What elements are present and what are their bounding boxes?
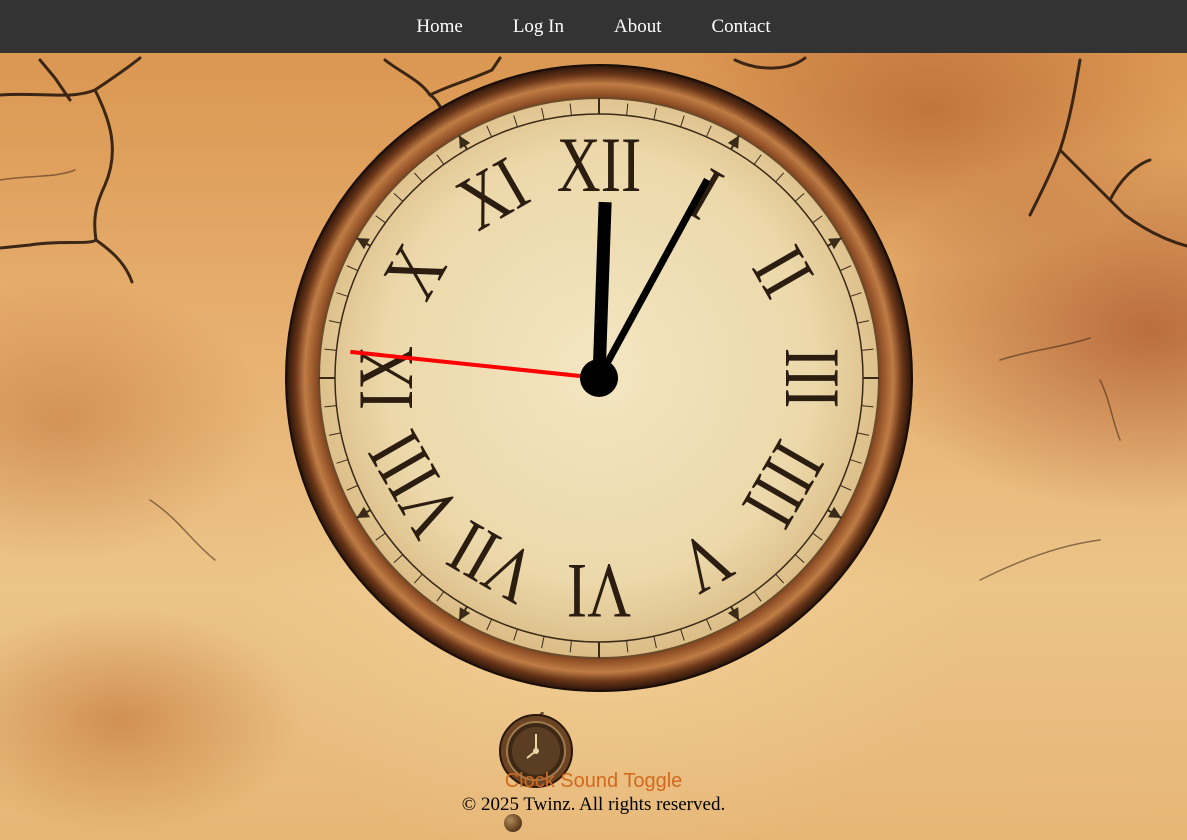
clock-sound-toggle-button[interactable]: Clock Sound Toggle <box>505 768 683 794</box>
top-navbar: Home Log In About Contact <box>0 0 1187 53</box>
copyright-text: © 2025 Twinz. All rights reserved. <box>461 794 726 815</box>
analog-clock: XII IIIIIIIIIIVVIVIIVIIIIXXXI <box>285 64 913 692</box>
clock-center-cap <box>580 359 618 397</box>
pendulum-bob <box>504 814 522 832</box>
clock-numeral: VI <box>567 547 631 633</box>
nav-link-login[interactable]: Log In <box>513 16 564 38</box>
clock-numeral: XII <box>557 123 641 209</box>
clock-numeral: III <box>768 348 854 409</box>
page-footer: Clock Sound Toggle © 2025 Twinz. All rig… <box>0 768 1187 816</box>
hour-hand <box>592 201 612 379</box>
nav-link-about[interactable]: About <box>614 16 662 38</box>
nav-link-contact[interactable]: Contact <box>712 16 771 38</box>
nav-link-home[interactable]: Home <box>416 16 462 38</box>
